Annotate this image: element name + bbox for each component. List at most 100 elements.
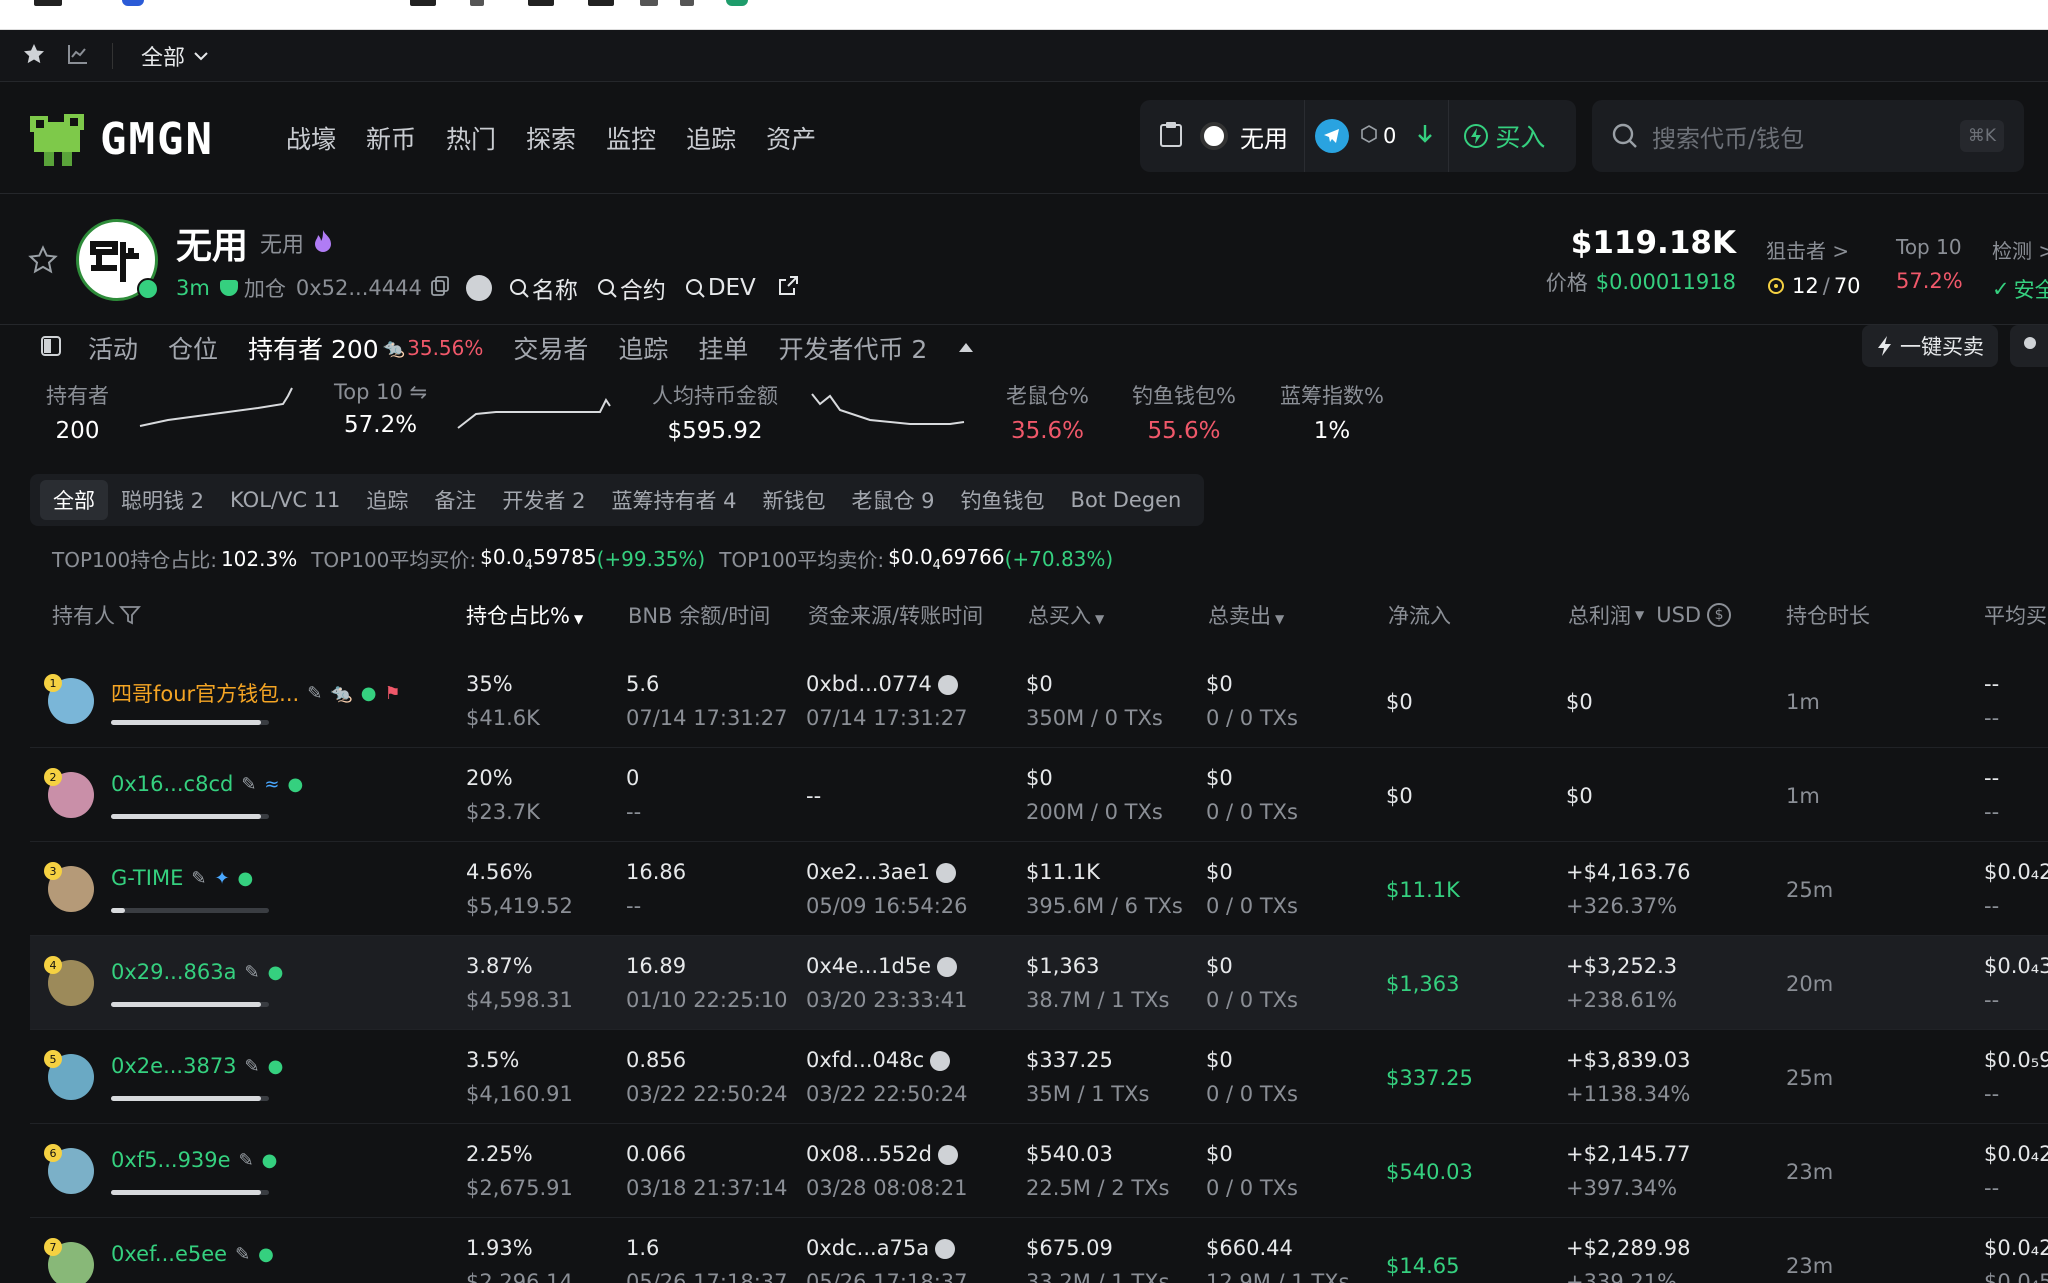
tab-tracking[interactable]: 追踪 [618, 330, 668, 366]
table-row[interactable]: 5 0x2e...3873 ✎ ● 3.5% $4,160.91 0.856 0… [30, 1030, 2048, 1124]
fund-source[interactable]: 0x08...552d [806, 1142, 958, 1166]
col-total-profit[interactable]: 总利润 ▼ USD $ [1568, 600, 1732, 630]
collapse-up-icon[interactable] [957, 339, 975, 358]
holder-avatar[interactable]: 2 [44, 768, 94, 818]
search-contract-link[interactable]: 合约 [596, 271, 666, 305]
fund-source[interactable]: 0x4e...1d5e [806, 954, 958, 978]
col-total-bought[interactable]: 总买入 ▼ [1028, 600, 1104, 630]
col-net-inflow[interactable]: 净流入 [1388, 600, 1451, 630]
table-row[interactable]: 7 0xef...e5ee ✎ ● 1.93% $2,296.14 1.6 05… [30, 1218, 2048, 1283]
dollar-circle-icon[interactable]: $ [1707, 603, 1732, 627]
table-row[interactable]: 2 0x16...c8cd ✎ ≈ ● 20% $23.7K 0 -- -- $0… [30, 748, 2048, 842]
holder-name[interactable]: 0x2e...3873 [111, 1054, 237, 1078]
tab-activity[interactable]: 活动 [88, 330, 138, 366]
fund-source[interactable]: 0xfd...048c [806, 1048, 951, 1072]
arrow-down-icon[interactable] [1416, 123, 1434, 149]
snipers-block[interactable]: 狙击者 > 12 / 70 [1766, 235, 1861, 298]
favorite-star-icon[interactable] [28, 245, 58, 279]
security-check-block[interactable]: 检测 > ✓ 安全 [1992, 235, 2048, 304]
holder-avatar[interactable]: 5 [44, 1050, 94, 1100]
grid-icon[interactable] [34, 0, 62, 6]
col-fund-source[interactable]: 资金来源/转账时间 [808, 600, 983, 630]
extension-icon[interactable] [680, 0, 694, 6]
holder-name[interactable]: 0xef...e5ee [111, 1242, 227, 1266]
search-name-link[interactable]: 名称 [508, 271, 578, 305]
tab-positions[interactable]: 仓位 [168, 330, 218, 366]
tab-traders[interactable]: 交易者 [513, 330, 588, 366]
nav-assets[interactable]: 资产 [766, 120, 816, 156]
nav-trending[interactable]: 热门 [446, 120, 496, 156]
filter-notes[interactable]: 备注 [421, 480, 489, 520]
filter-developer[interactable]: 开发者 2 [489, 480, 598, 520]
token-avatar[interactable] [76, 219, 159, 301]
col-bnb-balance[interactable]: BNB 余额/时间 [628, 600, 770, 630]
filter-tracked[interactable]: 追踪 [353, 480, 421, 520]
table-row[interactable]: 4 0x29...863a ✎ ● 3.87% $4,598.31 16.89 … [30, 936, 2048, 1030]
holder-name[interactable]: G-TIME [111, 866, 183, 890]
col-total-sold[interactable]: 总卖出 ▼ [1208, 600, 1284, 630]
holder-name[interactable]: 0x16...c8cd [111, 772, 233, 796]
extension-icon[interactable] [528, 0, 554, 6]
currency-toggle[interactable]: USD [1656, 603, 1701, 627]
table-row[interactable]: 3 G-TIME ✎ ✦ ● 4.56% $5,419.52 16.86 -- 0… [30, 842, 2048, 936]
filter-bluechip-holders[interactable]: 蓝筹持有者 4 [598, 480, 749, 520]
filter-smart-money[interactable]: 聪明钱 2 [108, 480, 217, 520]
star-icon[interactable] [22, 42, 46, 70]
edit-icon[interactable]: ✎ [245, 1056, 260, 1077]
edit-icon[interactable]: ✎ [235, 1244, 250, 1265]
external-link-icon[interactable] [776, 274, 800, 303]
add-position-label[interactable]: 加仓 [244, 273, 286, 303]
holder-avatar[interactable]: 6 [44, 1144, 94, 1194]
extension-icon[interactable] [726, 0, 748, 6]
buy-button[interactable]: 买入 [1463, 118, 1545, 154]
contract-address[interactable]: 0x52...4444 [296, 276, 422, 300]
fund-source[interactable]: -- [806, 784, 821, 808]
copy-icon[interactable] [430, 275, 450, 302]
tab-dev-tokens[interactable]: 开发者代币 2 [778, 330, 927, 366]
telegram-icon[interactable] [1315, 119, 1349, 153]
table-row[interactable]: 6 0xf5...939e ✎ ● 2.25% $2,675.91 0.066 … [30, 1124, 2048, 1218]
edit-icon[interactable]: ✎ [307, 683, 322, 704]
search-dev-link[interactable]: DEV [684, 275, 756, 301]
nav-explore[interactable]: 探索 [526, 120, 576, 156]
edit-icon[interactable]: ✎ [191, 868, 206, 889]
col-holder[interactable]: 持有人 [52, 600, 141, 630]
filter-bot-degen[interactable]: Bot Degen [1058, 480, 1195, 520]
logo[interactable]: GMGN [28, 108, 214, 170]
filter-all[interactable]: 全部 [40, 480, 108, 520]
holder-avatar[interactable]: 4 [44, 956, 94, 1006]
filter-rat-trading[interactable]: 老鼠仓 9 [839, 480, 948, 520]
share-button[interactable] [2010, 325, 2048, 367]
extension-icon[interactable] [410, 0, 436, 6]
extension-icon[interactable] [588, 0, 614, 6]
panel-toggle-icon[interactable] [40, 335, 62, 361]
profile-icon[interactable] [122, 0, 144, 6]
fund-source[interactable]: 0xdc...a75a [806, 1236, 956, 1260]
holder-name[interactable]: 0xf5...939e [111, 1148, 231, 1172]
tab-holders[interactable]: 持有者 200 🐀 35.56% [248, 330, 483, 366]
chart-line-icon[interactable] [66, 42, 90, 70]
holder-avatar[interactable]: 1 [44, 674, 94, 724]
filter-phishing[interactable]: 钓鱼钱包 [948, 480, 1058, 520]
tab-orders[interactable]: 挂单 [698, 330, 748, 366]
extension-icon[interactable] [470, 0, 484, 6]
search-box[interactable]: 搜索代币/钱包 ⌘K [1592, 100, 2024, 172]
nav-track[interactable]: 追踪 [686, 120, 736, 156]
scope-dropdown[interactable]: 全部 [141, 40, 211, 72]
holder-avatar[interactable]: 3 [44, 862, 94, 912]
fund-source[interactable]: 0xe2...3ae1 [806, 860, 956, 884]
search-input[interactable]: 搜索代币/钱包 [1652, 119, 1804, 154]
filter-new-wallets[interactable]: 新钱包 [750, 480, 839, 520]
nav-monitor[interactable]: 监控 [606, 120, 656, 156]
filter-kol-vc[interactable]: KOL/VC 11 [217, 480, 353, 520]
holder-name[interactable]: 0x29...863a [111, 960, 237, 984]
table-row[interactable]: 1 四哥four官方钱包... ✎ 🐀 ● ⚑ 35% $41.6K 5.6 07/… [30, 654, 2048, 748]
holder-name[interactable]: 四哥four官方钱包... [111, 678, 299, 708]
col-avg-buy[interactable]: 平均买 [1984, 600, 2047, 630]
edit-icon[interactable]: ✎ [241, 774, 256, 795]
clipboard-icon[interactable] [1158, 120, 1184, 152]
edit-icon[interactable]: ✎ [245, 962, 260, 983]
extension-icon[interactable] [640, 0, 658, 6]
toolbox-token-name[interactable]: 无用 [1240, 119, 1288, 154]
holder-avatar[interactable]: 7 [44, 1238, 94, 1283]
